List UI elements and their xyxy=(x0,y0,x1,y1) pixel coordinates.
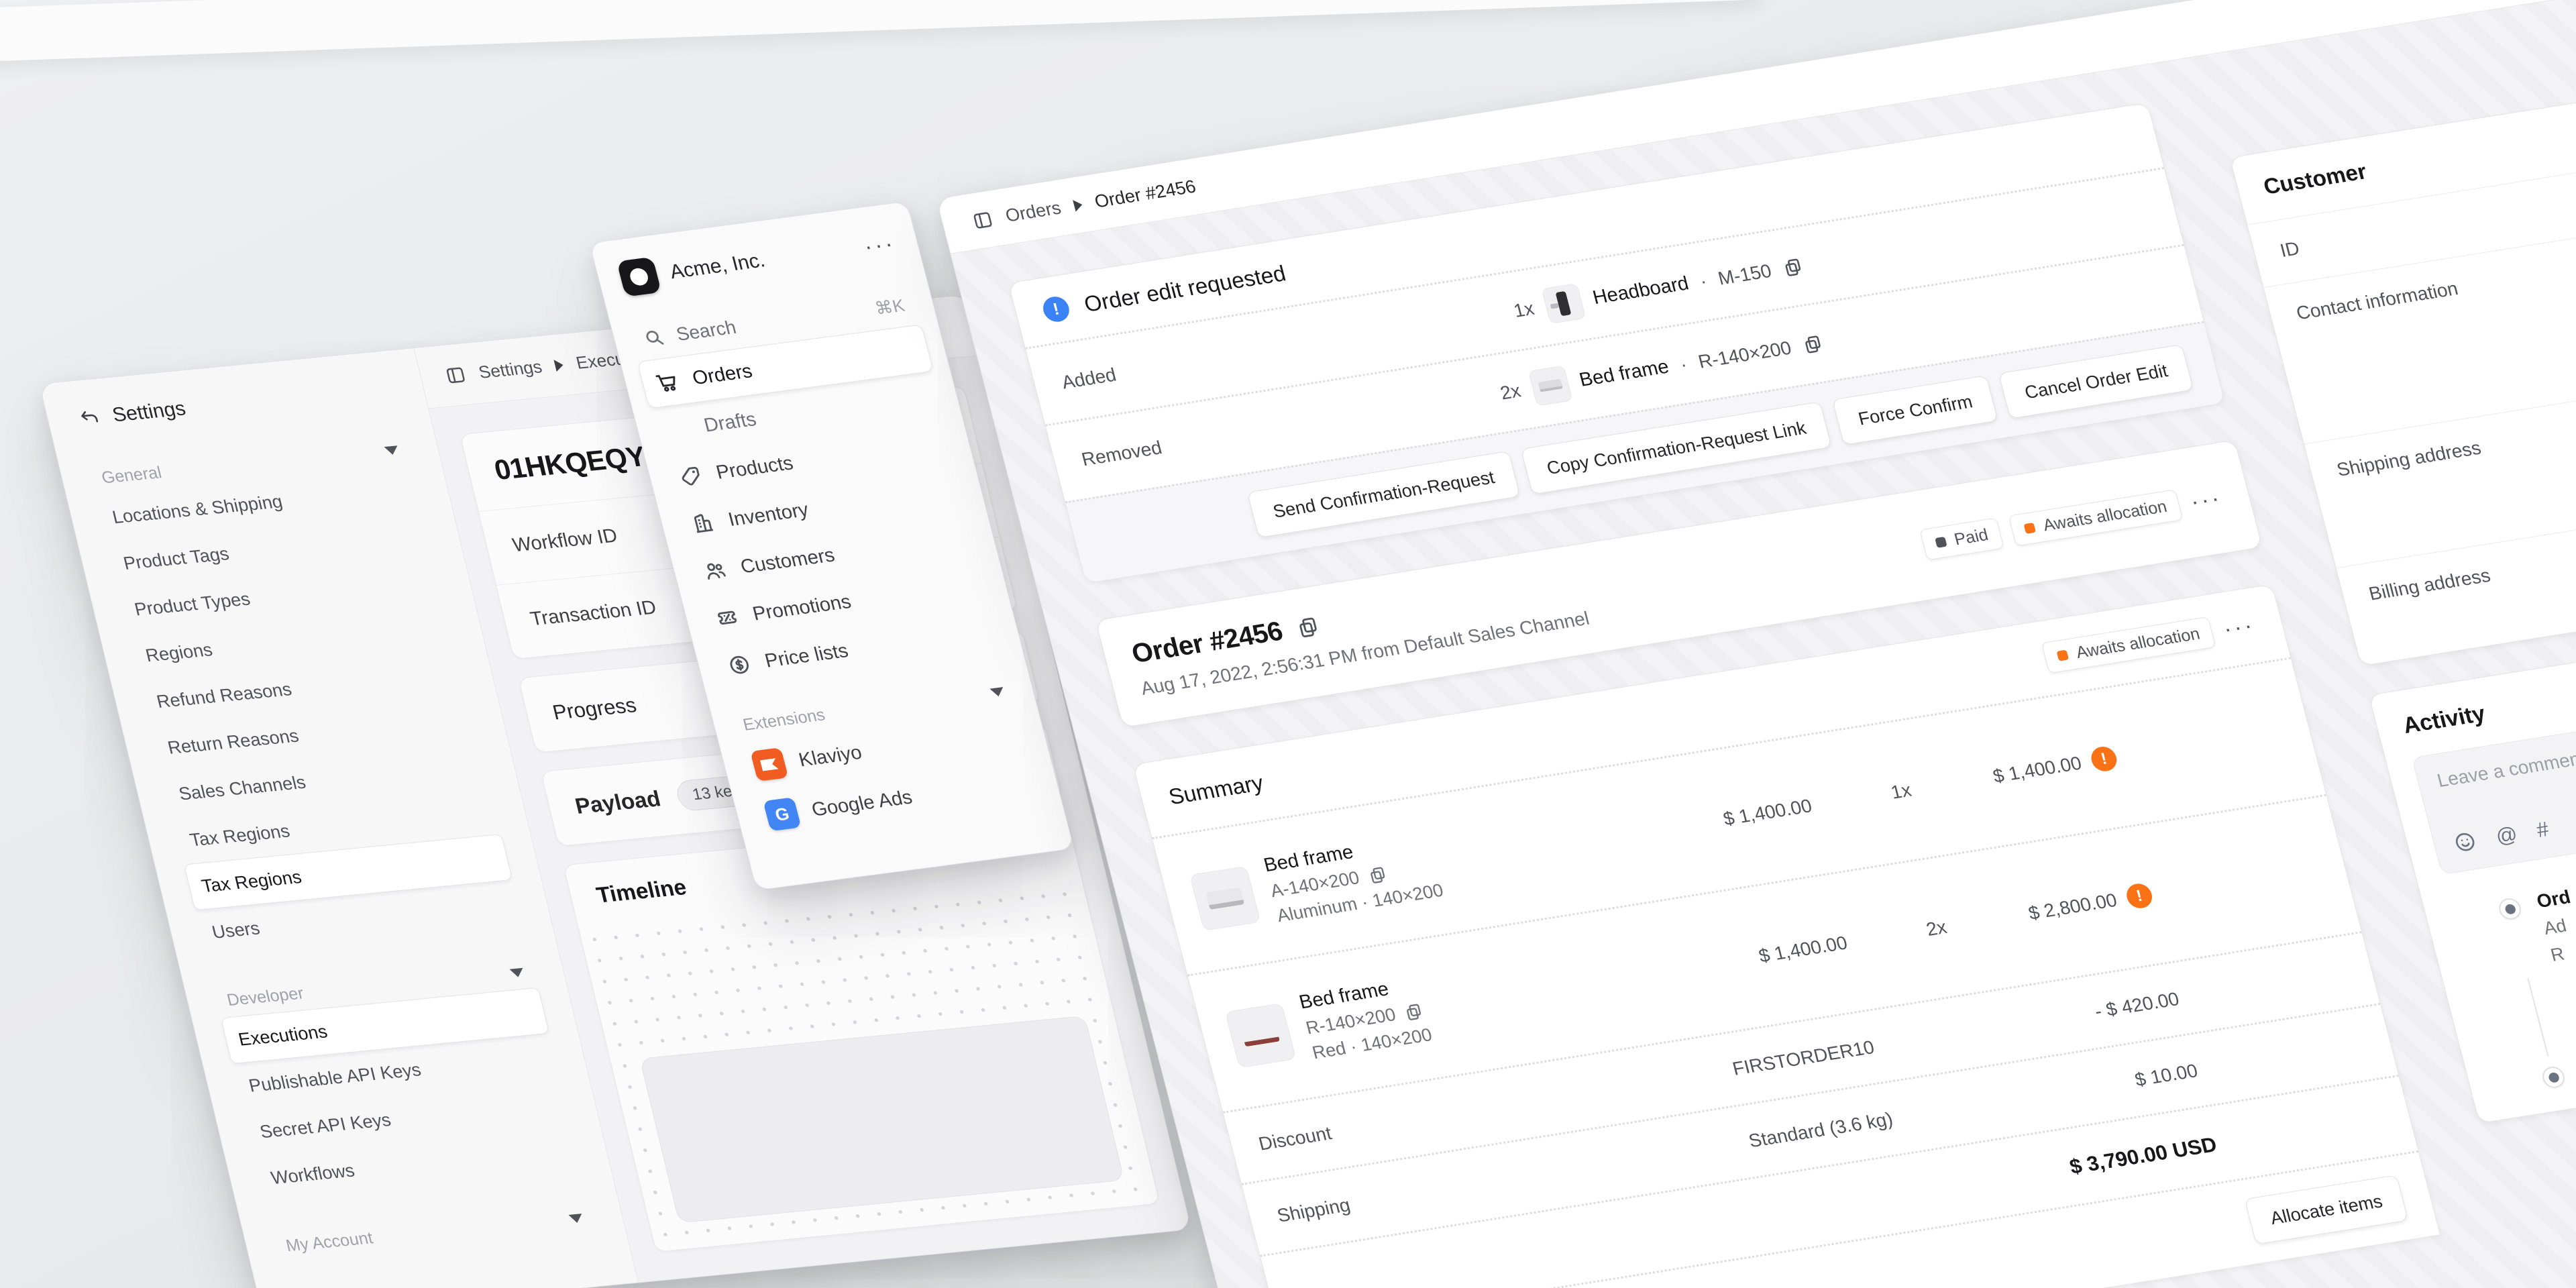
chevron-down-icon xyxy=(509,968,525,978)
status-dot xyxy=(2057,650,2070,661)
timeline-card: Timeline xyxy=(563,816,1160,1252)
search-icon xyxy=(641,326,667,350)
bed-frame-aluminum-thumbnail xyxy=(1189,865,1261,930)
info-icon xyxy=(1040,295,1072,324)
force-confirm-button[interactable]: Force Confirm xyxy=(1832,375,1998,445)
quantity: 1x xyxy=(1809,779,1913,816)
breadcrumb-separator-icon xyxy=(553,359,564,372)
order-total: $ 3,790.00 USD xyxy=(2067,1132,2219,1179)
quantity: 2x xyxy=(1844,916,1949,953)
chevron-down-icon xyxy=(568,1214,584,1224)
discount-amount: - $ 420.00 xyxy=(2092,988,2182,1022)
progress-label: Progress xyxy=(550,693,639,724)
settings-sidebar-header[interactable]: Settings xyxy=(73,374,398,435)
klaviyo-icon xyxy=(750,747,788,782)
store-logo xyxy=(616,257,661,297)
shipping-amount: $ 10.00 xyxy=(2133,1060,2200,1091)
settings-title: Settings xyxy=(110,398,188,427)
unit-price: $ 1,400.00 xyxy=(1658,932,1849,982)
breadcrumb-root[interactable]: Orders xyxy=(1004,197,1063,226)
store-name: Acme, Inc. xyxy=(667,237,854,284)
customer-card: Customer ID Contact information Shipping… xyxy=(2229,46,2576,666)
timeline-bullet xyxy=(2540,1065,2567,1089)
line-total: $ 2,800.00 xyxy=(2026,889,2119,924)
fulfillment-status-badge: Awaits allocation xyxy=(2008,489,2183,546)
payload-label: Payload xyxy=(573,786,663,818)
line-total: $ 1,400.00 xyxy=(1990,752,2084,787)
allocate-items-button[interactable]: Allocate items xyxy=(2244,1175,2408,1244)
hashtag-icon[interactable]: # xyxy=(2534,817,2551,843)
warning-icon xyxy=(2124,882,2155,910)
chevron-down-icon xyxy=(384,445,399,455)
smiley-icon[interactable] xyxy=(2451,829,2479,855)
bed-frame-thumbnail xyxy=(1527,365,1572,406)
cart-icon xyxy=(653,370,681,395)
breadcrumb-root[interactable]: Settings xyxy=(476,356,544,382)
store-menu-icon[interactable]: ··· xyxy=(863,237,897,253)
settings-section-my-account: My Account xyxy=(272,1201,597,1264)
settings-section-developer: Developer Executions Publishable API Key… xyxy=(213,955,582,1203)
activity-card: Activity Leave a comment @ # xyxy=(2369,584,2576,1124)
summary-menu-icon[interactable]: ··· xyxy=(2222,620,2256,636)
search-shortcut: ⌘K xyxy=(873,294,907,319)
users-icon xyxy=(701,558,729,584)
section-header-my-account[interactable]: My Account xyxy=(272,1201,597,1264)
copy-icon[interactable] xyxy=(1402,1001,1426,1022)
panel-left-icon[interactable] xyxy=(970,209,995,231)
back-arrow-icon xyxy=(77,407,102,429)
search-placeholder: Search xyxy=(674,317,739,345)
dollar-circle-icon xyxy=(725,652,753,678)
bed-frame-red-thumbnail xyxy=(1225,1003,1297,1068)
summary-title: Summary xyxy=(1166,769,1266,809)
headboard-thumbnail xyxy=(1541,283,1586,324)
breadcrumb-separator-icon xyxy=(1073,199,1083,211)
unit-price: $ 1,400.00 xyxy=(1623,795,1815,845)
chevron-down-icon xyxy=(989,687,1005,697)
payment-status-badge: Paid xyxy=(1920,518,2004,561)
allocation-status-badge: Awaits allocation xyxy=(2041,616,2216,674)
discount-code: FIRSTORDER10 xyxy=(1686,1036,1877,1087)
banner-title: Order edit requested xyxy=(1081,260,1289,317)
order-menu-icon[interactable]: ··· xyxy=(2190,492,2223,508)
copy-icon[interactable] xyxy=(1780,256,1805,278)
timeline-canvas xyxy=(582,882,1157,1250)
copy-icon[interactable] xyxy=(1294,614,1322,639)
orders-window: Orders Order #2456 Order edit requested … xyxy=(936,0,2576,1288)
comment-input[interactable]: Leave a comment @ # xyxy=(2412,655,2576,875)
timeline-connector xyxy=(2527,978,2548,1057)
timeline-entry xyxy=(2540,970,2576,1089)
breadcrumb-current: Order #2456 xyxy=(1092,176,1198,213)
ticket-percent-icon xyxy=(713,605,741,631)
timeline-bullet xyxy=(2497,897,2524,921)
timeline-step-box xyxy=(639,1016,1124,1223)
background-window-edge xyxy=(0,0,1765,63)
tag-icon xyxy=(676,464,704,489)
panel-left-icon[interactable] xyxy=(443,364,468,386)
mention-icon[interactable]: @ xyxy=(2493,822,2520,849)
shipping-method: Standard (3.6 kg) xyxy=(1704,1108,1895,1159)
copy-icon[interactable] xyxy=(1366,864,1389,885)
building-icon xyxy=(689,511,717,537)
copy-icon[interactable] xyxy=(1801,333,1825,356)
google-ads-icon: G xyxy=(763,797,801,831)
warning-icon xyxy=(2088,745,2119,773)
cancel-order-edit-button[interactable]: Cancel Order Edit xyxy=(1998,344,2194,419)
status-dot xyxy=(1935,537,1947,548)
status-dot xyxy=(2024,523,2037,534)
stage: Settings General Locations & Shipping Pr… xyxy=(0,0,2576,1288)
